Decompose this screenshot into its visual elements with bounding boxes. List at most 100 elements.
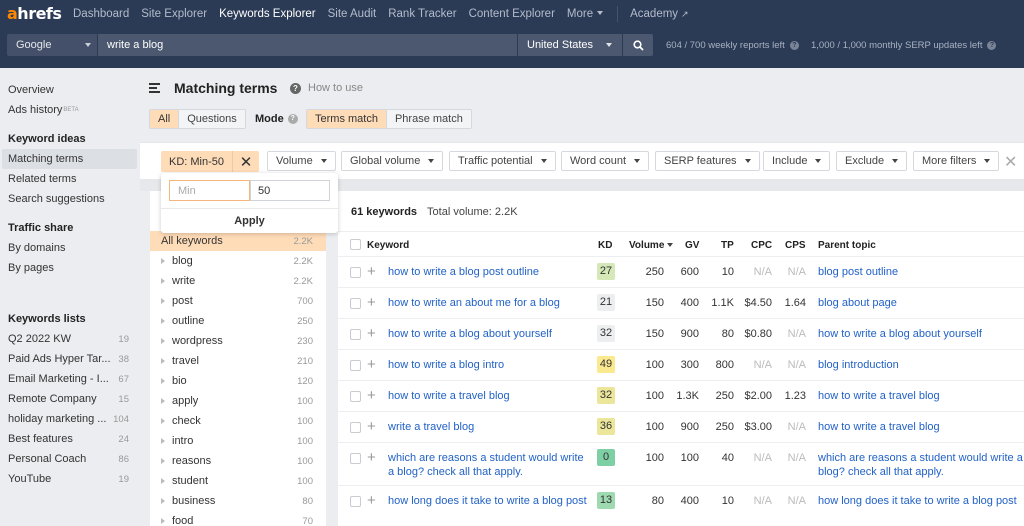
parent-topic-link[interactable]: blog about page xyxy=(818,296,1024,310)
term-item[interactable]: outline 250 xyxy=(150,311,326,331)
col-volume[interactable]: Volume xyxy=(629,240,674,251)
expand-icon[interactable] xyxy=(161,498,165,504)
keyword-link[interactable]: how to write an about me for a blog xyxy=(388,296,588,310)
term-item[interactable]: blog 2.2K xyxy=(150,251,326,271)
volume-filter[interactable]: Volume xyxy=(267,151,336,171)
row-checkbox[interactable] xyxy=(350,391,361,402)
help-icon[interactable]: ? xyxy=(987,41,997,50)
keyword-list-item[interactable]: YouTube 19 xyxy=(0,469,137,489)
nav-keywords-explorer[interactable]: Keywords Explorer xyxy=(219,8,316,20)
nav-site-explorer[interactable]: Site Explorer xyxy=(141,8,207,20)
keyword-link[interactable]: how long does it take to write a blog po… xyxy=(388,494,588,508)
parent-topic-link[interactable]: how to write a travel blog xyxy=(818,420,1024,434)
row-checkbox[interactable] xyxy=(350,329,361,340)
help-icon[interactable]: ? xyxy=(287,114,298,124)
keyword-list-item[interactable]: Remote Company 15 xyxy=(0,389,137,409)
term-item[interactable]: apply 100 xyxy=(150,391,326,411)
keyword-link[interactable]: which are reasons a student would write … xyxy=(388,451,588,479)
add-to-list-icon[interactable]: + xyxy=(367,419,376,434)
col-parent-topic[interactable]: Parent topic xyxy=(818,240,876,251)
expand-icon[interactable] xyxy=(161,358,165,364)
term-item[interactable]: food 70 xyxy=(150,511,326,526)
keyword-input[interactable]: write a blog xyxy=(98,34,517,56)
add-to-list-icon[interactable]: + xyxy=(367,357,376,372)
parent-topic-link[interactable]: blog introduction xyxy=(818,358,1024,372)
tab-terms-match[interactable]: Terms match xyxy=(307,110,386,128)
exclude-filter[interactable]: Exclude xyxy=(836,151,908,171)
select-all-checkbox[interactable] xyxy=(350,239,361,250)
keyword-list-item[interactable]: Email Marketing - I... 67 xyxy=(0,369,137,389)
add-to-list-icon[interactable]: + xyxy=(367,450,376,465)
sidebar-item-by-pages[interactable]: By pages xyxy=(0,258,137,278)
expand-icon[interactable] xyxy=(161,478,165,484)
keyword-list-item[interactable]: Q2 2022 KW 19 xyxy=(0,329,137,349)
term-item[interactable]: intro 100 xyxy=(150,431,326,451)
parent-topic-link[interactable]: how to write a blog about yourself xyxy=(818,327,1024,341)
keyword-link[interactable]: how to write a blog about yourself xyxy=(388,327,588,341)
col-gv[interactable]: GV xyxy=(685,240,699,251)
keyword-link[interactable]: how to write a travel blog xyxy=(388,389,588,403)
word-count-filter[interactable]: Word count xyxy=(561,151,650,171)
expand-icon[interactable] xyxy=(161,398,165,404)
include-filter[interactable]: Include xyxy=(763,151,831,171)
menu-toggle-icon[interactable] xyxy=(149,83,160,95)
search-engine-select[interactable]: Google xyxy=(7,34,97,56)
term-item[interactable]: write 2.2K xyxy=(150,271,326,291)
keyword-list-item[interactable]: holiday marketing ... 104 xyxy=(0,409,137,429)
col-tp[interactable]: TP xyxy=(721,240,734,251)
col-cps[interactable]: CPS xyxy=(785,240,806,251)
term-item[interactable]: post 700 xyxy=(150,291,326,311)
tab-questions[interactable]: Questions xyxy=(178,110,245,128)
add-to-list-icon[interactable]: + xyxy=(367,493,376,508)
expand-icon[interactable] xyxy=(161,518,165,524)
term-all-keywords[interactable]: All keywords 2.2K xyxy=(150,231,326,251)
expand-icon[interactable] xyxy=(161,438,165,444)
row-checkbox[interactable] xyxy=(350,496,361,507)
keyword-list-item[interactable]: Best features 24 xyxy=(0,429,137,449)
col-keyword[interactable]: Keyword xyxy=(367,240,409,251)
keyword-link[interactable]: write a travel blog xyxy=(388,420,588,434)
more-filters-button[interactable]: More filters xyxy=(913,151,1000,171)
expand-icon[interactable] xyxy=(161,418,165,424)
kd-min-input[interactable]: Min xyxy=(169,180,250,201)
row-checkbox[interactable] xyxy=(350,422,361,433)
term-item[interactable]: bio 120 xyxy=(150,371,326,391)
sidebar-item-overview[interactable]: Overview xyxy=(0,80,137,100)
tab-all[interactable]: All xyxy=(150,110,179,128)
expand-icon[interactable] xyxy=(161,298,165,304)
term-item[interactable]: student 100 xyxy=(150,471,326,491)
expand-icon[interactable] xyxy=(161,278,165,284)
expand-icon[interactable] xyxy=(161,458,165,464)
parent-topic-link[interactable]: blog post outline xyxy=(818,265,1024,279)
kd-filter-button[interactable]: KD: Min-50 xyxy=(161,151,234,172)
how-to-use-link[interactable]: ? How to use xyxy=(290,82,363,94)
row-checkbox[interactable] xyxy=(350,360,361,371)
row-checkbox[interactable] xyxy=(350,267,361,278)
col-cpc[interactable]: CPC xyxy=(751,240,772,251)
col-kd[interactable]: KD xyxy=(598,240,612,251)
keyword-link[interactable]: how to write a blog intro xyxy=(388,358,588,372)
global-volume-filter[interactable]: Global volume xyxy=(341,151,444,171)
sidebar-item-matching-terms[interactable]: Matching terms xyxy=(2,149,137,169)
term-item[interactable]: reasons 100 xyxy=(150,451,326,471)
traffic-potential-filter[interactable]: Traffic potential xyxy=(449,151,556,171)
keyword-list-item[interactable]: Paid Ads Hyper Tar... 38 xyxy=(0,349,137,369)
sidebar-item-search-suggestions[interactable]: Search suggestions xyxy=(0,189,137,209)
row-checkbox[interactable] xyxy=(350,453,361,464)
nav-dashboard[interactable]: Dashboard xyxy=(73,8,129,20)
clear-filters-icon[interactable]: ✕ xyxy=(1004,152,1017,172)
close-icon[interactable]: ✕ xyxy=(233,153,259,171)
expand-icon[interactable] xyxy=(161,338,165,344)
nav-academy[interactable]: Academy ↗ xyxy=(630,8,688,20)
parent-topic-link[interactable]: how to write a travel blog xyxy=(818,389,1024,403)
nav-site-audit[interactable]: Site Audit xyxy=(328,8,377,20)
country-select[interactable]: United States xyxy=(518,34,622,56)
tab-phrase-match[interactable]: Phrase match xyxy=(385,110,471,128)
expand-icon[interactable] xyxy=(161,258,165,264)
row-checkbox[interactable] xyxy=(350,298,361,309)
parent-topic-link[interactable]: which are reasons a student would write … xyxy=(818,451,1024,479)
apply-button[interactable]: Apply xyxy=(161,209,338,233)
sidebar-item-by-domains[interactable]: By domains xyxy=(0,238,137,258)
keyword-link[interactable]: how to write a blog post outline xyxy=(388,265,588,279)
term-item[interactable]: business 80 xyxy=(150,491,326,511)
